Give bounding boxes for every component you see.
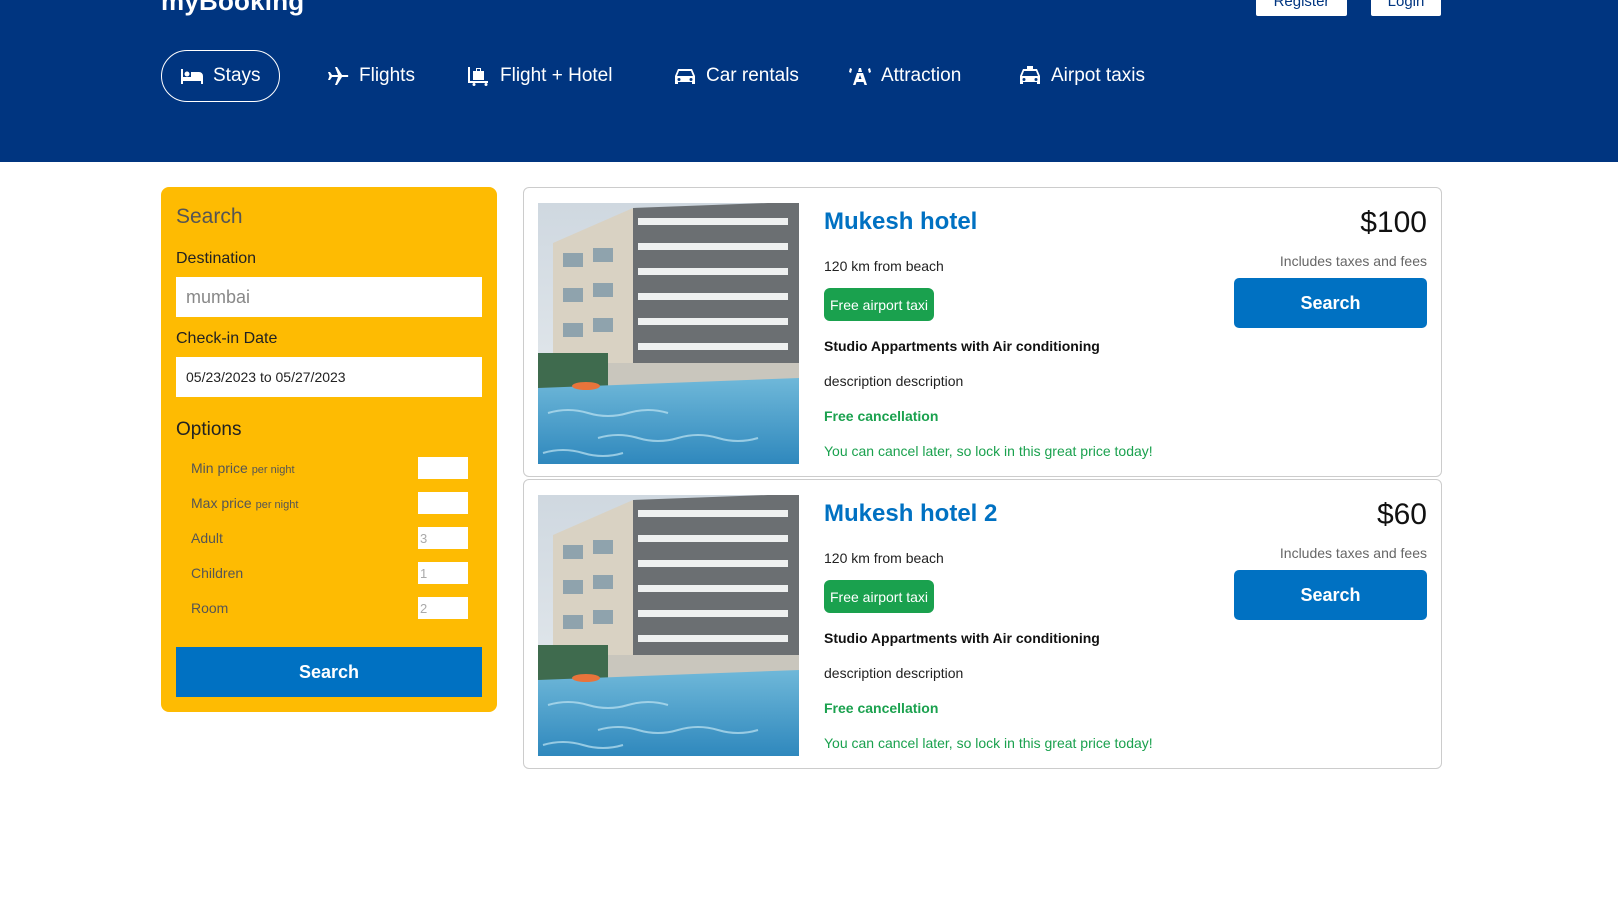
nav-item-airport-taxis[interactable]: Airpot taxis: [1018, 50, 1145, 102]
bed-icon: [181, 69, 203, 84]
nav-item-flight-hotel[interactable]: Flight + Hotel: [467, 50, 612, 102]
children-input[interactable]: 1: [418, 562, 468, 584]
search-result-item: Mukesh hotel 2 120 km from beach Free ai…: [523, 479, 1442, 769]
option-max-price: Max price per night: [191, 491, 468, 515]
hotel-image[interactable]: [538, 495, 799, 756]
header: myBooking Register Login Stays Flights F…: [0, 0, 1618, 162]
hotel-subtitle: Studio Appartments with Air conditioning: [824, 630, 1100, 646]
nav-item-label: Car rentals: [706, 65, 799, 86]
option-label: Adult: [191, 530, 223, 546]
taxi-badge: Free airport taxi: [824, 580, 935, 613]
options-title: Options: [176, 419, 242, 440]
result-search-button[interactable]: Search: [1234, 570, 1427, 620]
search-panel: Search Destination mumbai Check-in Date …: [161, 187, 497, 712]
taxes-note: Includes taxes and fees: [1279, 253, 1427, 269]
search-title: Search: [176, 205, 243, 228]
hotel-price: $100: [1360, 206, 1427, 239]
option-label: Max price per night: [191, 495, 299, 511]
register-button[interactable]: Register: [1256, 0, 1347, 16]
search-button[interactable]: Search: [176, 647, 482, 697]
cancellation-title: Free cancellation: [824, 700, 939, 716]
nav-item-stays[interactable]: Stays: [161, 50, 280, 102]
hotel-description: description description: [824, 665, 964, 681]
option-label: Min price per night: [191, 460, 295, 476]
plane-icon: [328, 67, 349, 85]
nav-item-label: Flights: [359, 65, 415, 86]
hotel-name[interactable]: Mukesh hotel 2: [824, 500, 997, 528]
option-label: Room: [191, 600, 229, 616]
hotel-name[interactable]: Mukesh hotel: [824, 208, 977, 236]
option-room: Room 2: [191, 596, 468, 620]
login-button[interactable]: Login: [1371, 0, 1441, 16]
room-input[interactable]: 2: [418, 597, 468, 619]
cancellation-note: You can cancel later, so lock in this gr…: [824, 443, 1153, 459]
taxi-icon: [1020, 66, 1040, 84]
result-search-button[interactable]: Search: [1234, 278, 1427, 328]
luggage-icon: [468, 67, 488, 86]
cancellation-note: You can cancel later, so lock in this gr…: [824, 735, 1153, 751]
destination-input[interactable]: mumbai: [176, 277, 482, 317]
nav-item-label: Attraction: [881, 65, 962, 86]
hotel-distance: 120 km from beach: [824, 550, 944, 566]
destination-label: Destination: [176, 250, 257, 267]
max-price-input[interactable]: [418, 492, 468, 514]
hotel-photo-icon: [538, 495, 799, 756]
search-result-item: Mukesh hotel 120 km from beach Free airp…: [523, 187, 1442, 477]
hotel-photo-icon: [538, 203, 799, 464]
hotel-subtitle: Studio Appartments with Air conditioning: [824, 338, 1100, 354]
min-price-input[interactable]: [418, 457, 468, 479]
cancellation-title: Free cancellation: [824, 408, 939, 424]
hotel-image[interactable]: [538, 203, 799, 464]
hotel-price: $60: [1376, 498, 1427, 531]
option-min-price: Min price per night: [191, 456, 468, 480]
nav-item-attraction[interactable]: Attraction: [848, 50, 961, 102]
option-children: Children 1: [191, 561, 468, 585]
nav-item-flights[interactable]: Flights: [326, 50, 415, 102]
checkin-label: Check-in Date: [176, 330, 278, 347]
nav-item-label: Flight + Hotel: [500, 65, 613, 86]
nav-item-car-rentals[interactable]: Car rentals: [673, 50, 799, 102]
adult-input[interactable]: 3: [418, 527, 468, 549]
tower-icon: [849, 68, 871, 85]
option-adult: Adult 3: [191, 526, 468, 550]
checkin-date-input[interactable]: 05/23/2023 to 05/27/2023: [176, 357, 482, 397]
nav-item-label: Stays: [213, 65, 261, 86]
logo[interactable]: myBooking: [161, 0, 304, 17]
hotel-distance: 120 km from beach: [824, 258, 944, 274]
taxi-badge: Free airport taxi: [824, 288, 935, 321]
nav-item-label: Airpot taxis: [1051, 65, 1145, 86]
option-label: Children: [191, 565, 244, 581]
car-icon: [675, 69, 695, 84]
taxes-note: Includes taxes and fees: [1279, 545, 1427, 561]
hotel-description: description description: [824, 373, 964, 389]
